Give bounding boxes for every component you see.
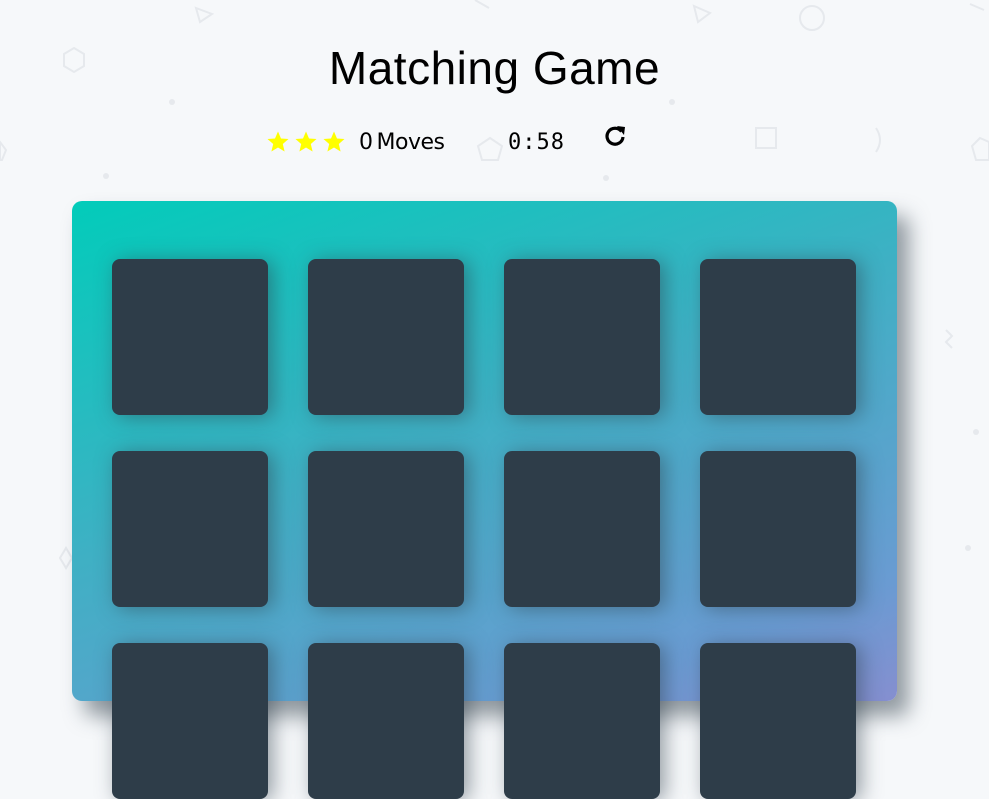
- star-icon: [267, 131, 289, 152]
- card-deck: [72, 201, 897, 799]
- moves-label: Moves: [376, 130, 445, 155]
- star-icon: [323, 131, 345, 152]
- score-panel: 0 Moves 0:58: [0, 122, 989, 162]
- card[interactable]: [112, 451, 268, 607]
- card[interactable]: [504, 643, 660, 799]
- card[interactable]: [308, 259, 464, 415]
- card[interactable]: [112, 259, 268, 415]
- card[interactable]: [308, 643, 464, 799]
- star-icon: [295, 131, 317, 152]
- moves-counter: 0 Moves: [359, 130, 445, 155]
- timer: 0:58: [508, 130, 565, 155]
- card[interactable]: [504, 259, 660, 415]
- moves-count: 0: [359, 130, 373, 155]
- card[interactable]: [700, 451, 856, 607]
- card[interactable]: [308, 451, 464, 607]
- card[interactable]: [700, 643, 856, 799]
- game-title: Matching Game: [328, 41, 661, 94]
- card[interactable]: [112, 643, 268, 799]
- card[interactable]: [504, 451, 660, 607]
- restart-icon[interactable]: [600, 122, 630, 152]
- star-rating: [266, 130, 346, 154]
- card[interactable]: [700, 259, 856, 415]
